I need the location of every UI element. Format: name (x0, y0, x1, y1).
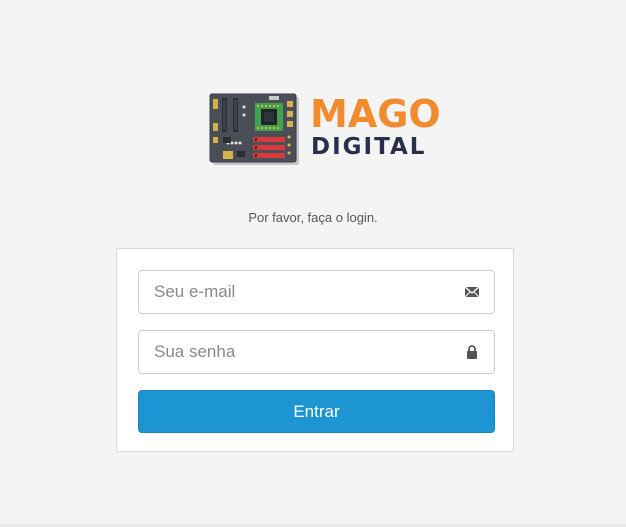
email-field[interactable] (138, 270, 495, 314)
motherboard-icon (209, 93, 299, 165)
brand-name-secondary: DIGITAL (311, 134, 427, 160)
login-button[interactable]: Entrar (138, 390, 495, 433)
brand-name-primary: MAGO (310, 92, 441, 136)
login-prompt: Por favor, faça o login. (248, 210, 378, 225)
password-field[interactable] (138, 330, 495, 374)
login-form: Entrar (116, 248, 514, 452)
envelope-icon (464, 286, 480, 298)
email-input[interactable] (139, 271, 439, 313)
brand-logo: MAGO DIGITAL (209, 90, 441, 170)
login-page: MAGO DIGITAL Por favor, faça o login. En… (0, 0, 626, 527)
lock-icon (467, 345, 477, 359)
password-input[interactable] (139, 331, 439, 373)
